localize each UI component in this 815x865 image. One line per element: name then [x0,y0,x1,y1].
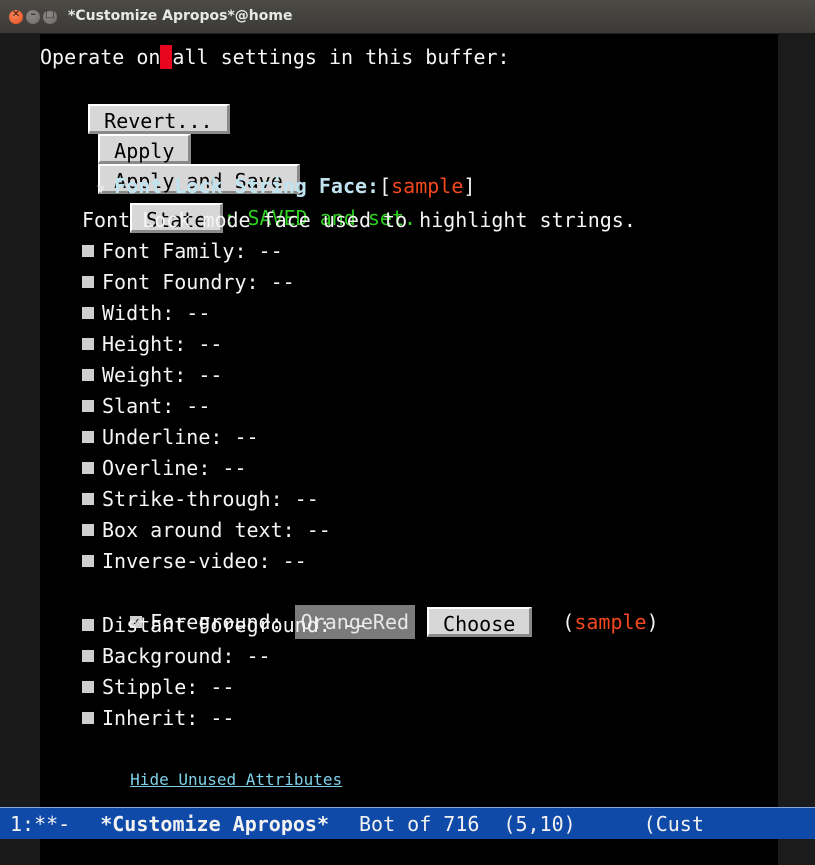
checkbox-icon[interactable] [82,276,94,288]
minibuffer-fringe-left [0,839,40,865]
modeline-position: Bot of 716 [359,812,480,836]
checkbox-icon[interactable] [82,555,94,567]
operate-text-end: all settings in this buffer: [172,45,510,69]
attr-label: Underline: -- [102,425,259,449]
customize-buffer[interactable]: Operate on all settings in this buffer: R… [40,33,778,807]
sample-paren-close: ) [646,610,659,634]
foreground-sample: sample [574,610,647,634]
attr-label: Font Foundry: -- [102,270,295,294]
attr-slant[interactable]: Slant: -- [82,391,210,421]
attr-stipple[interactable]: Stipple: -- [82,672,234,702]
checkbox-icon[interactable] [82,338,94,350]
title-bar: ✕ – □ *Customize Apropos*@home [0,0,815,34]
attr-label: Slant: -- [102,394,211,418]
operate-text-start: Operate on [40,45,161,69]
attr-label: Distant Foreground: -- [102,613,367,637]
attr-inherit[interactable]: Inherit: -- [82,703,234,733]
state-line: State: SAVED and set. [82,173,416,233]
attr-label: Font Family: -- [102,239,283,263]
hide-unused-link-line: Hide Unused Attributes [82,733,342,789]
attr-weight[interactable]: Weight: -- [82,360,222,390]
checkbox-icon[interactable] [82,245,94,257]
window-title: *Customize Apropos*@home [68,8,293,24]
hide-unused-attributes-link[interactable]: Hide Unused Attributes [130,770,342,789]
attr-label: Width: -- [102,301,211,325]
mode-line: 1:**- *Customize Apropos* Bot of 716 (5,10)… [0,807,815,839]
checkbox-icon[interactable] [82,369,94,381]
left-fringe [0,33,40,807]
attr-label: Strike-through: -- [102,487,319,511]
minibuffer-fringe-right [778,839,815,865]
buffer-buttons: Revert... Apply Apply and Save [40,74,300,194]
checkbox-icon[interactable] [82,493,94,505]
face-doc: Font Lock mode face used to highlight st… [82,208,636,232]
modeline-status: 1:**- [10,812,71,836]
sample-paren-open: ( [562,610,575,634]
choose-button[interactable]: Choose [427,607,533,637]
attr-height[interactable]: Height: -- [82,329,222,359]
attr-font-foundry[interactable]: Font Foundry: -- [82,267,295,297]
close-icon[interactable]: ✕ [9,9,23,24]
checkbox-icon[interactable] [82,431,94,443]
attr-box-around-text[interactable]: Box around text: -- [82,515,331,545]
checkbox-icon[interactable] [82,650,94,662]
attr-inverse-video[interactable]: Inverse-video: -- [82,546,307,576]
attr-label: Overline: -- [102,456,247,480]
minimize-icon[interactable]: – [26,9,40,24]
modeline-buffer-name: *Customize Apropos* [100,812,329,836]
operate-line: Operate on all settings in this buffer: [40,42,510,72]
checkbox-icon[interactable] [82,400,94,412]
face-header: ▼ Font Lock String Face:[sample] [40,141,475,198]
attr-font-family[interactable]: Font Family: -- [82,236,283,266]
attr-label: Height: -- [102,332,223,356]
attr-foreground[interactable]: ✓ Foreground: OrangeRed Choose (sample) [82,577,659,639]
attr-strike-through[interactable]: Strike-through: -- [82,484,319,514]
attr-label: Inverse-video: -- [102,549,307,573]
modeline-mode: (Cust [643,812,704,836]
attr-background[interactable]: Background: -- [82,641,271,671]
checkbox-icon[interactable] [82,619,94,631]
attr-width[interactable]: Width: -- [82,298,210,328]
attr-label: Stipple: -- [102,675,235,699]
text-cursor [160,45,173,69]
maximize-icon[interactable]: □ [43,9,57,24]
attr-overline[interactable]: Overline: -- [82,453,247,483]
checkbox-icon[interactable] [82,462,94,474]
attr-label: Background: -- [102,644,271,668]
right-fringe [778,33,815,807]
checkbox-icon[interactable] [82,712,94,724]
modeline-coords: (5,10) [503,812,576,836]
revert-button[interactable]: Revert... [88,104,230,134]
bracket-close: ] [463,174,476,198]
checkbox-icon[interactable] [82,524,94,536]
checkbox-icon[interactable] [82,307,94,319]
attr-underline[interactable]: Underline: -- [82,422,259,452]
attr-distant-foreground[interactable]: Distant Foreground: -- [82,610,367,640]
attr-label: Weight: -- [102,363,223,387]
attr-label: Box around text: -- [102,518,331,542]
checkbox-icon[interactable] [82,681,94,693]
attr-label: Inherit: -- [102,706,235,730]
